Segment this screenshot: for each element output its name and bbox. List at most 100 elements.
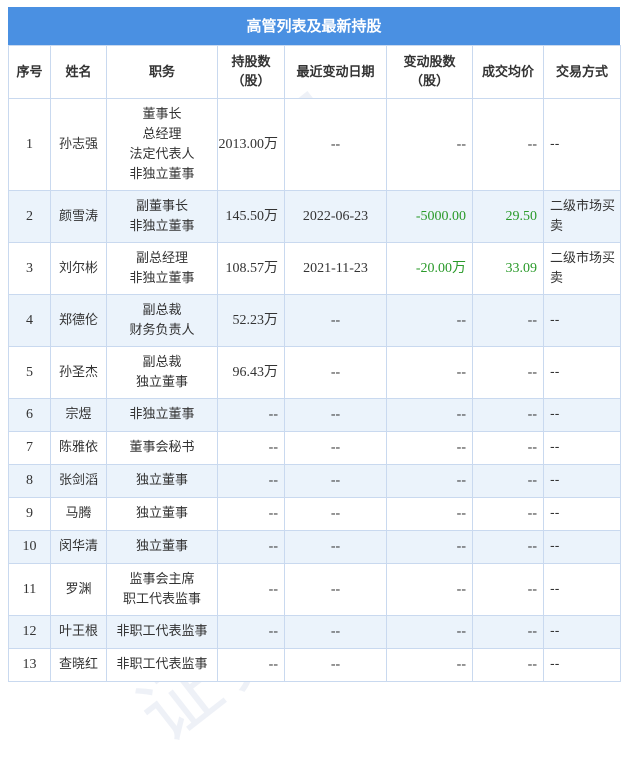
cell-method: -- [543,464,621,498]
cell-method: -- [543,648,621,682]
cell-position: 独立董事 [106,497,218,531]
cell-seq: 13 [8,648,51,682]
position-line: 独立董事 [135,473,188,488]
position-line: 非职工代表监事 [116,657,208,672]
cell-holding: 108.57万 [217,242,285,295]
col-header-price: 成交均价 [472,45,544,99]
cell-price: -- [472,497,544,531]
cell-change: -- [386,563,473,616]
cell-change: -- [386,346,473,399]
cell-method: 二级市场买卖 [543,242,621,295]
cell-holding: 96.43万 [217,346,285,399]
cell-date: -- [284,648,387,682]
cell-method: -- [543,398,621,432]
table-row: 2 颜雪涛 副董事长 非独立董事 145.50万 2022-06-23 -5000.00 29… [8,190,621,243]
cell-holding: -- [217,431,285,465]
cell-seq: 6 [8,398,51,432]
cell-position: 副董事长 非独立董事 [106,190,218,243]
cell-name: 马腾 [50,497,107,531]
position-line: 监事会主席 [129,571,195,587]
cell-name: 刘尔彬 [50,242,107,295]
cell-holding: 2013.00万 [217,98,285,191]
table-title: 高管列表及最新持股 [8,7,620,45]
cell-position: 副总经理 非独立董事 [106,242,218,295]
cell-price: -- [472,464,544,498]
cell-date: -- [284,98,387,191]
cell-price: 33.09 [472,242,544,295]
cell-method: -- [543,497,621,531]
cell-method: 二级市场买卖 [543,190,621,243]
position-line: 法定代表人 [129,146,195,162]
change-header-line1: 变动股数 [403,55,456,70]
table-row: 5 孙圣杰 副总裁 独立董事 96.43万 -- -- -- -- [8,346,621,399]
cell-price: -- [472,530,544,564]
cell-seq: 2 [8,190,51,243]
table-row: 1 孙志强 董事长 总经理 法定代表人 非独立董事 2013.00万 -- -- -- -- [8,98,621,191]
cell-method: -- [543,615,621,649]
cell-name: 查晓红 [50,648,107,682]
header-row: 序号 姓名 职务 持股数 （股） 最近变动日期 变动股数 （股） 成交均价 交易方式 [8,45,621,99]
table-body: 1 孙志强 董事长 总经理 法定代表人 非独立董事 2013.00万 -- -- -- -- 2 颜雪涛… [8,98,621,682]
position-line: 非职工代表监事 [116,624,208,639]
cell-seq: 10 [8,530,51,564]
cell-position: 监事会主席 职工代表监事 [106,563,218,616]
cell-holding: -- [217,530,285,564]
cell-holding: -- [217,398,285,432]
cell-name: 闵华清 [50,530,107,564]
position-line: 副董事长 [135,198,188,214]
cell-method: -- [543,294,621,347]
cell-seq: 4 [8,294,51,347]
change-header-line2: （股） [409,74,449,89]
cell-position: 独立董事 [106,464,218,498]
cell-change: -- [386,464,473,498]
table-row: 9 马腾 独立董事 -- -- -- -- -- [8,497,621,531]
position-line: 副总经理 [135,250,188,266]
holding-header-line2: （股） [231,74,271,89]
cell-name: 陈雅依 [50,431,107,465]
cell-price: -- [472,563,544,616]
cell-date: -- [284,497,387,531]
position-line: 财务负责人 [129,322,195,338]
cell-method: -- [543,98,621,191]
cell-name: 郑德伦 [50,294,107,347]
cell-price: -- [472,615,544,649]
col-header-change: 变动股数 （股） [386,45,473,99]
cell-position: 副总裁 财务负责人 [106,294,218,347]
cell-name: 叶王根 [50,615,107,649]
position-line: 总经理 [142,126,182,142]
cell-seq: 3 [8,242,51,295]
position-line: 独立董事 [135,506,188,521]
cell-change: -5000.00 [386,190,473,243]
col-header-date: 最近变动日期 [284,45,387,99]
cell-method: -- [543,431,621,465]
cell-seq: 12 [8,615,51,649]
cell-seq: 9 [8,497,51,531]
cell-name: 孙志强 [50,98,107,191]
cell-holding: -- [217,563,285,616]
table-row: 6 宗煜 非独立董事 -- -- -- -- -- [8,398,621,432]
col-header-seq: 序号 [8,45,51,99]
cell-date: -- [284,398,387,432]
cell-date: -- [284,563,387,616]
cell-price: -- [472,431,544,465]
cell-price: -- [472,398,544,432]
cell-name: 张剑滔 [50,464,107,498]
position-line: 董事长 [142,106,182,122]
position-line: 非独立董事 [129,270,195,286]
cell-position: 董事会秘书 [106,431,218,465]
cell-date: -- [284,464,387,498]
position-line: 非独立董事 [129,407,195,422]
position-line: 独立董事 [135,374,188,390]
cell-change: -20.00万 [386,242,473,295]
cell-date: -- [284,431,387,465]
table-row: 10 闵华清 独立董事 -- -- -- -- -- [8,530,621,564]
cell-price: -- [472,346,544,399]
executive-table: 序号 姓名 职务 持股数 （股） 最近变动日期 变动股数 （股） 成交均价 交易方式… [8,45,621,682]
holding-header-line1: 持股数 [231,55,271,70]
cell-method: -- [543,563,621,616]
position-line: 副总裁 [142,354,182,370]
cell-change: -- [386,431,473,465]
cell-name: 孙圣杰 [50,346,107,399]
cell-seq: 11 [8,563,51,616]
cell-holding: -- [217,615,285,649]
